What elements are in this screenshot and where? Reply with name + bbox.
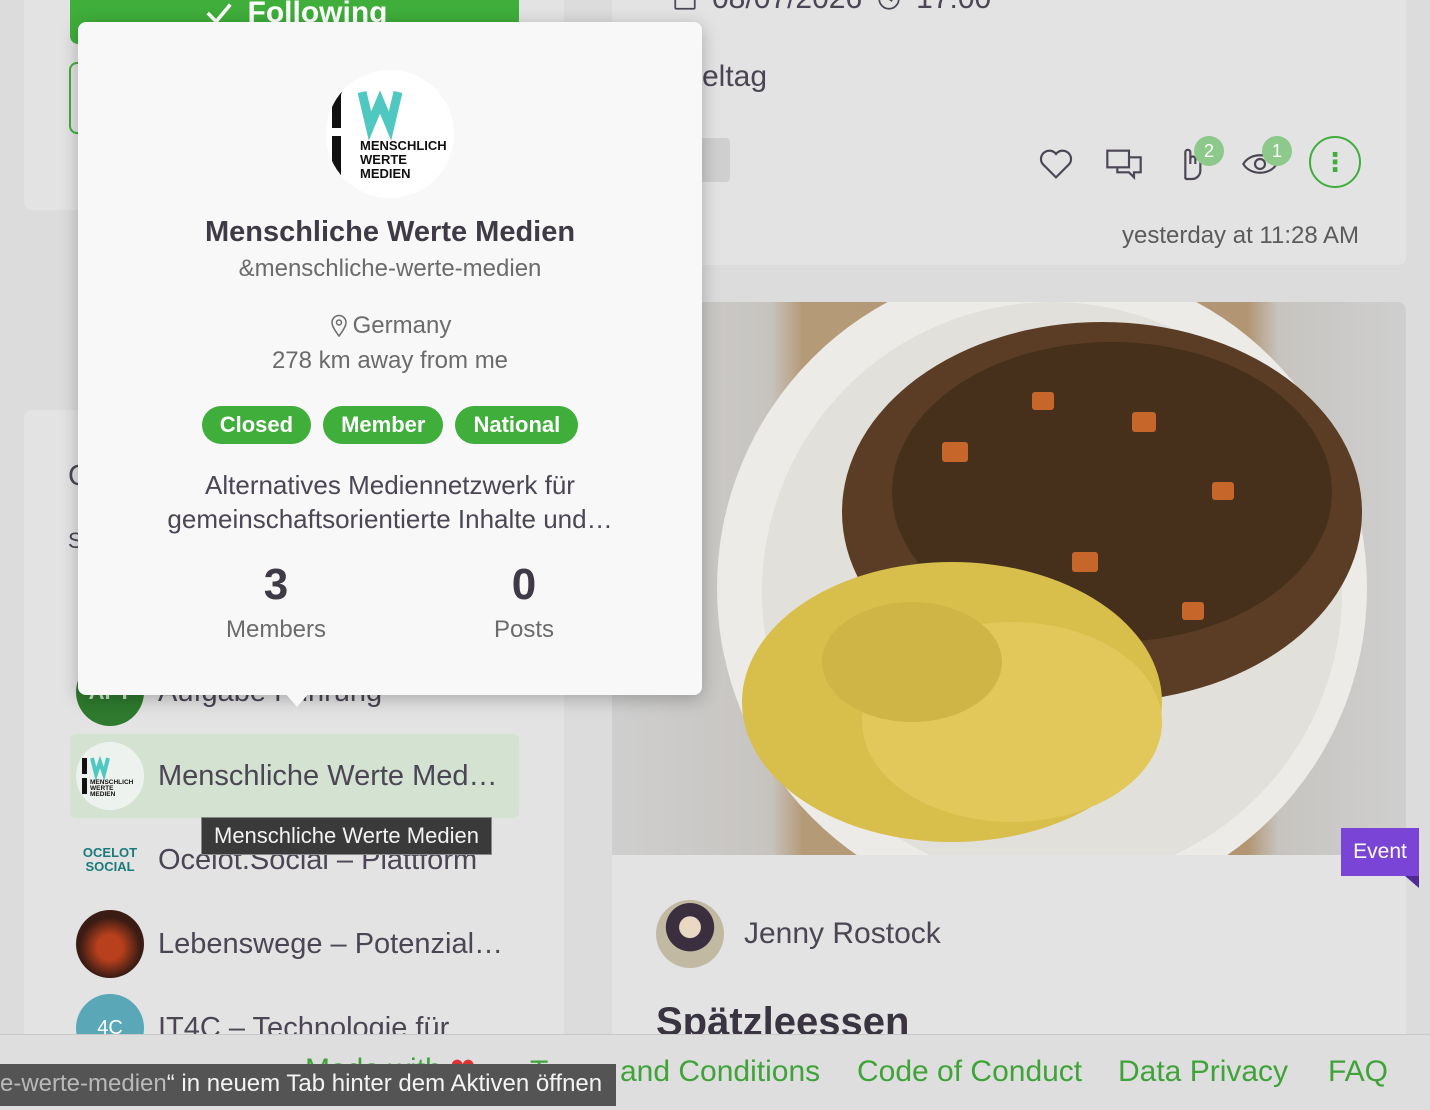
event-date-row: 08/07/2026 17:00 — [672, 0, 991, 16]
location-pin-icon — [330, 314, 347, 338]
mwm-logo-icon: MENSCHLICH WERTE MEDIEN — [82, 755, 134, 798]
avatar[interactable] — [656, 900, 724, 968]
group-name: Lebenswege – Potenzial… — [158, 927, 504, 960]
clock-icon — [878, 0, 900, 10]
popover-arrow — [285, 693, 309, 707]
group-avatar: OCELOT SOCIAL — [76, 826, 144, 894]
members-count: 3 — [263, 560, 289, 609]
group-distance: 278 km away from me — [271, 347, 509, 374]
svg-text:WERTE: WERTE — [360, 152, 407, 167]
heart-icon[interactable] — [1036, 144, 1076, 184]
footer-link-code-of-conduct[interactable]: Code of Conduct — [857, 1055, 1082, 1089]
group-chips: Closed Member National — [78, 406, 702, 444]
members-label: Members — [225, 616, 327, 643]
post-timestamp: yesterday at 11:28 AM — [1122, 222, 1360, 249]
posts-stat: 0 Posts — [424, 560, 624, 644]
calendar-icon — [674, 0, 696, 10]
author-name[interactable]: Jenny Rostock — [744, 917, 941, 951]
group-slug: &menschliche-werte-medien — [238, 255, 542, 282]
more-vertical-icon: ⋮ — [1322, 146, 1348, 177]
group-name: Menschliche Werte Med… — [158, 759, 498, 792]
event-post-card[interactable] — [612, 302, 1406, 1102]
footer-link-faq[interactable]: FAQ — [1328, 1055, 1388, 1089]
group-avatar: MENSCHLICH WERTE MEDIEN — [76, 742, 144, 810]
event-badge-fold — [1405, 876, 1419, 888]
comments-icon[interactable] — [1104, 144, 1144, 184]
group-location: Germany — [78, 312, 702, 340]
location-label: Germany — [352, 312, 452, 339]
chip-national: National — [455, 406, 579, 444]
group-popover: MENSCHLICH WERTE MEDIEN Menschliche Wert… — [78, 22, 702, 695]
event-badge: Event — [1341, 828, 1419, 876]
food-plate-illustration — [717, 302, 1367, 913]
group-logo[interactable]: MENSCHLICH WERTE MEDIEN — [326, 70, 454, 198]
list-item[interactable]: MENSCHLICH WERTE MEDIEN Menschliche Wert… — [70, 734, 519, 818]
observing-count-badge: 1 — [1262, 136, 1292, 166]
footer-link-data-privacy[interactable]: Data Privacy — [1118, 1055, 1288, 1089]
status-action: “ in neuem Tab hinter dem Aktiven öffnen — [166, 1070, 603, 1097]
mwm-logo-icon: MENSCHLICH WERTE MEDIEN — [332, 90, 447, 181]
post-text: eltag — [702, 60, 768, 93]
group-avatar — [76, 910, 144, 978]
event-date: 08/07/2026 — [712, 0, 862, 16]
helping-count-badge: 2 — [1194, 136, 1224, 166]
chip-closed: Closed — [201, 406, 312, 444]
post-menu-button[interactable]: ⋮ — [1309, 136, 1361, 188]
chip-member: Member — [323, 406, 444, 444]
list-item[interactable]: Lebenswege – Potenzial… — [70, 902, 519, 986]
svg-text:MEDIEN: MEDIEN — [360, 166, 411, 181]
status-url: e-werte-medien — [0, 1070, 167, 1097]
svg-text:MEDIEN: MEDIEN — [90, 791, 116, 798]
browser-status-tooltip: e-werte-medien“ in neuem Tab hinter dem … — [0, 1064, 617, 1106]
post-author[interactable]: Jenny Rostock — [656, 900, 941, 968]
post-image — [612, 302, 1406, 913]
members-stat: 3 Members — [176, 560, 376, 644]
group-name[interactable]: Menschliche Werte Medien — [78, 216, 702, 249]
group-description: Alternatives Mediennetzwerk für gemeinsc… — [167, 470, 613, 534]
group-name-tooltip: Menschliche Werte Medien — [201, 817, 492, 855]
event-time: 17:00 — [916, 0, 991, 16]
posts-label: Posts — [493, 616, 555, 643]
posts-count: 0 — [511, 560, 537, 609]
svg-text:MENSCHLICH: MENSCHLICH — [360, 138, 447, 153]
